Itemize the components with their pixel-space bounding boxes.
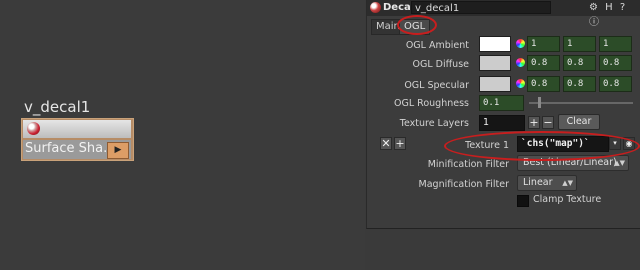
node-name-input[interactable]: v_decal1 — [411, 1, 551, 14]
shader-node[interactable]: Surface Sha... ▶ — [21, 118, 134, 161]
texture-layers-field[interactable]: 1 — [479, 115, 525, 131]
ogl-ambient-g[interactable]: 1 — [563, 36, 596, 52]
node-name-label: v_decal1 — [24, 98, 91, 116]
magnification-filter-label: Magnification Filter — [418, 179, 509, 190]
ogl-diffuse-label: OGL Diffuse — [412, 59, 469, 70]
clamp-texture-checkbox[interactable] — [517, 195, 529, 207]
close-icon[interactable]: ✕ — [380, 137, 392, 150]
magnification-filter-menu[interactable]: Linear ▲▼ — [517, 175, 577, 191]
node-body[interactable]: Surface Sha... ▶ — [23, 140, 131, 159]
dropdown-arrow-icon: ▲▼ — [614, 159, 625, 167]
ogl-specular-swatch[interactable] — [479, 76, 511, 92]
node-type-title: Decal — [383, 2, 415, 13]
ogl-ambient-swatch[interactable] — [479, 36, 511, 52]
ogl-diffuse-r[interactable]: 0.8 — [527, 55, 560, 71]
clamp-texture-label: Clamp Texture — [533, 194, 602, 205]
ogl-specular-label: OGL Specular — [404, 80, 469, 91]
minification-filter-label: Minification Filter — [427, 159, 509, 170]
add-layer-button[interactable]: + — [528, 116, 540, 129]
roughness-slider-handle[interactable] — [538, 97, 542, 108]
color-picker-icon[interactable] — [516, 58, 525, 67]
ogl-ambient-label: OGL Ambient — [405, 40, 469, 51]
parameter-panel: Decal v_decal1 ⚙ H ? ⓘ Main OGL OGL Ambi… — [366, 0, 640, 229]
node-type-label: Surface Sha... — [25, 141, 116, 156]
ogl-diffuse-g[interactable]: 0.8 — [563, 55, 596, 71]
ogl-roughness-field[interactable]: 0.1 — [479, 95, 524, 111]
ogl-specular-b[interactable]: 0.8 — [599, 76, 632, 92]
network-view[interactable]: v_decal1 Surface Sha... ▶ — [0, 0, 365, 270]
color-picker-icon[interactable] — [516, 79, 525, 88]
title-tool-icons[interactable]: ⚙ H ? ⓘ — [589, 2, 640, 28]
ogl-ambient-b[interactable]: 1 — [599, 36, 632, 52]
add-icon[interactable]: + — [394, 137, 406, 150]
texture-layers-label: Texture Layers — [399, 118, 469, 129]
ogl-specular-r[interactable]: 0.8 — [527, 76, 560, 92]
node-output-flag[interactable]: ▶ — [107, 142, 129, 159]
ogl-diffuse-swatch[interactable] — [479, 55, 511, 71]
color-picker-icon[interactable] — [516, 39, 525, 48]
ogl-roughness-label: OGL Roughness — [394, 98, 469, 109]
roughness-slider-track[interactable] — [529, 102, 633, 104]
annotation-ring-ogl-tab — [397, 15, 437, 35]
remove-layer-button[interactable]: − — [542, 116, 554, 129]
node-shader-icon — [27, 122, 40, 135]
ogl-ambient-r[interactable]: 1 — [527, 36, 560, 52]
dropdown-arrow-icon: ▲▼ — [562, 179, 573, 187]
clear-button[interactable]: Clear — [558, 114, 600, 130]
node-header[interactable] — [23, 120, 131, 138]
ogl-specular-g[interactable]: 0.8 — [563, 76, 596, 92]
panel-titlebar: Decal v_decal1 ⚙ H ? ⓘ — [367, 0, 640, 28]
ogl-diffuse-b[interactable]: 0.8 — [599, 55, 632, 71]
decal-shader-icon — [370, 2, 381, 13]
annotation-ring-texture-1 — [444, 131, 640, 161]
magnification-filter-value: Linear — [523, 177, 553, 188]
